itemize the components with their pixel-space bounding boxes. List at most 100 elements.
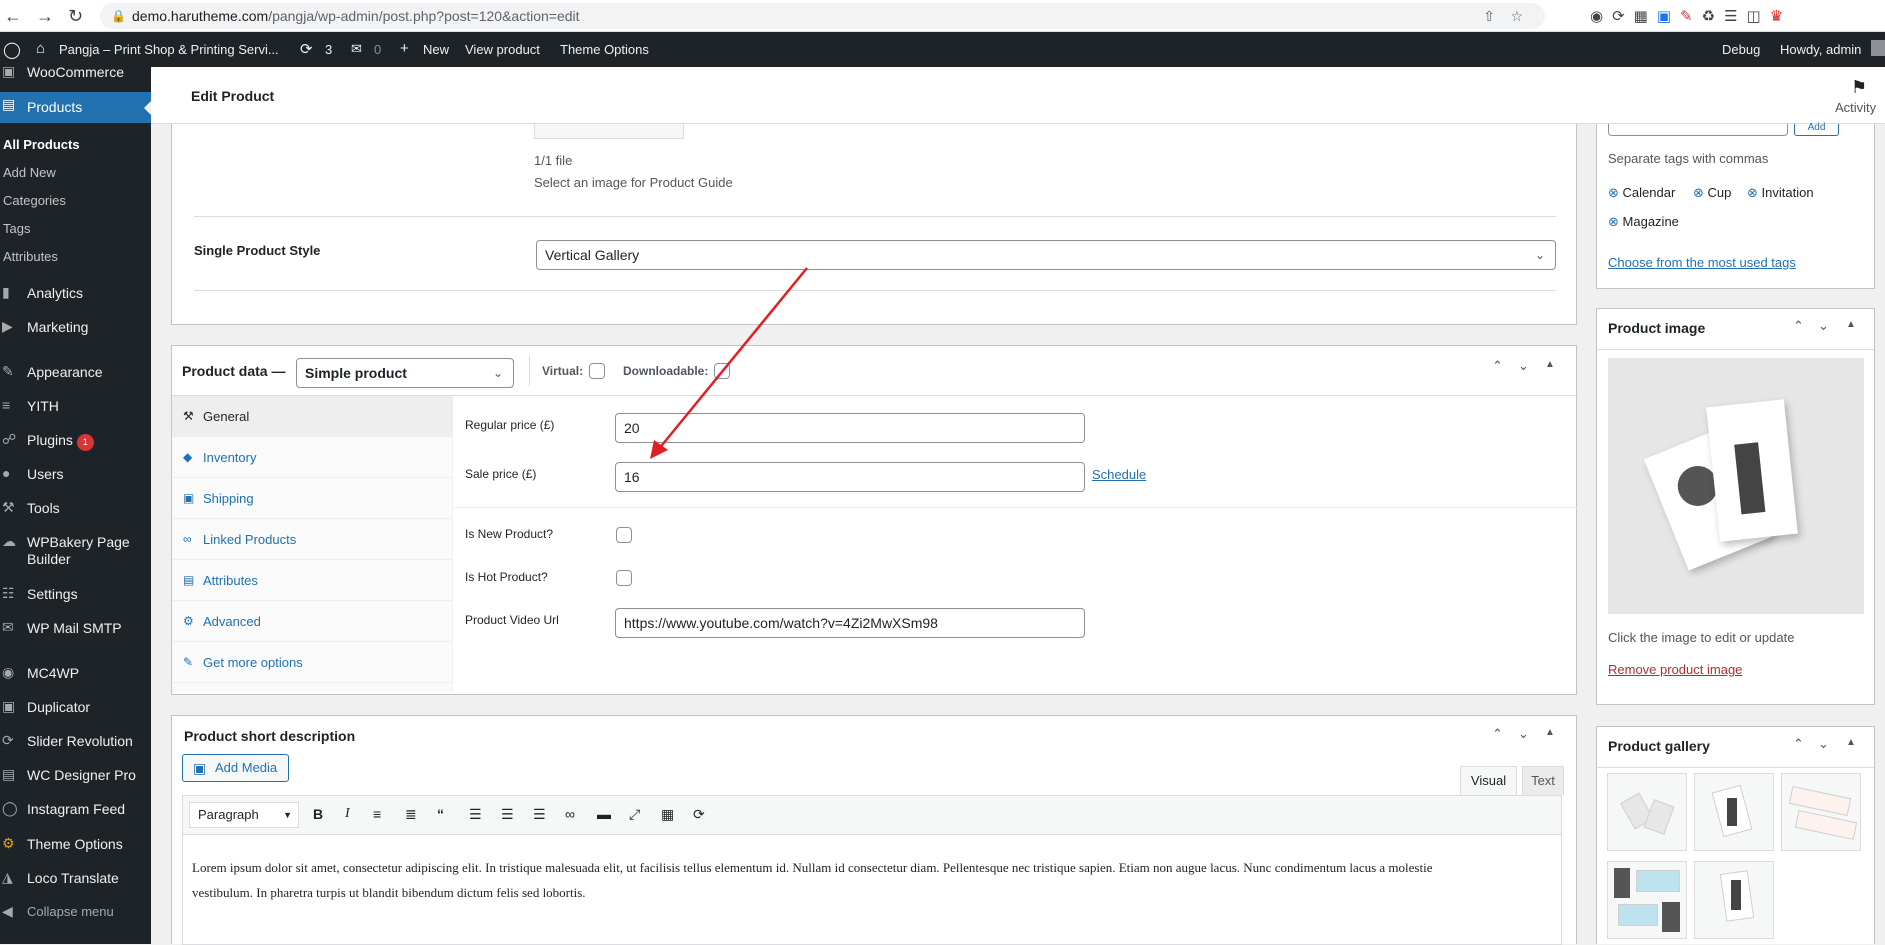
theme-options-link[interactable]: Theme Options: [560, 42, 649, 57]
tab-advanced[interactable]: ⚙ Advanced: [172, 601, 453, 642]
remove-tag-icon[interactable]: ⊗: [1693, 185, 1704, 200]
menu-slider-revolution[interactable]: ⟳ Slider Revolution: [0, 728, 151, 758]
menu-woocommerce[interactable]: ▣ WooCommerce: [0, 59, 151, 89]
menu-plugins[interactable]: ☍ Plugins 1: [0, 427, 151, 457]
new-link[interactable]: New: [423, 42, 449, 57]
menu-products[interactable]: ▤ Products: [0, 92, 152, 123]
brush-ext-icon[interactable]: ✎: [1680, 8, 1702, 25]
guide-image-preview[interactable]: [534, 124, 684, 139]
comments-count[interactable]: 0: [374, 42, 381, 57]
sale-price-input[interactable]: 16: [615, 462, 1085, 492]
editor-content[interactable]: Lorem ipsum dolor sit amet, consectetur …: [182, 835, 1562, 945]
star-icon[interactable]: ☆: [1510, 3, 1523, 29]
remove-tag-icon[interactable]: ⊗: [1747, 185, 1758, 200]
wordpress-logo-icon[interactable]: ◯: [3, 40, 21, 60]
bold-icon[interactable]: B: [313, 806, 323, 822]
menu-appearance[interactable]: ✎ Appearance: [0, 359, 151, 389]
move-down-icon[interactable]: ⌄: [1818, 736, 1829, 752]
submenu-add-new[interactable]: Add New: [3, 165, 56, 180]
menu-theme-options[interactable]: ⚙ Theme Options: [0, 831, 151, 861]
refresh-icon[interactable]: ⟳: [693, 806, 705, 823]
move-down-icon[interactable]: ⌄: [1818, 318, 1829, 334]
add-media-button[interactable]: ▣ Add Media: [182, 754, 289, 782]
collapse-toggle-icon[interactable]: ▲: [1545, 359, 1555, 370]
move-up-icon[interactable]: ⌃: [1492, 726, 1503, 742]
debug-link[interactable]: Debug: [1722, 42, 1760, 57]
menu-yith[interactable]: ≡ YITH: [0, 393, 151, 423]
menu-wpbakery[interactable]: ☁ WPBakery Page Builder: [0, 529, 151, 571]
read-more-icon[interactable]: ▬: [597, 806, 611, 822]
menu-collapse[interactable]: ◀ Collapse menu: [0, 899, 151, 929]
submenu-attributes[interactable]: Attributes: [3, 249, 58, 264]
tab-get-more-options[interactable]: ✎ Get more options: [172, 642, 453, 683]
align-right-icon[interactable]: ☰: [533, 806, 546, 823]
grid-icon[interactable]: ▦: [1634, 8, 1657, 25]
sidepanel-icon[interactable]: ◫: [1747, 8, 1770, 25]
sync-icon[interactable]: ⟳: [1612, 8, 1634, 25]
menu-wc-designer-pro[interactable]: ▤ WC Designer Pro: [0, 762, 151, 792]
italic-icon[interactable]: I: [345, 806, 350, 822]
regular-price-input[interactable]: 20: [615, 413, 1085, 443]
move-up-icon[interactable]: ⌃: [1793, 736, 1804, 752]
back-icon[interactable]: ←: [4, 6, 22, 27]
menu-instagram-feed[interactable]: ◯ Instagram Feed: [0, 796, 151, 826]
tab-text[interactable]: Text: [1522, 766, 1564, 795]
schedule-link[interactable]: Schedule: [1092, 467, 1146, 482]
menu-settings[interactable]: ☷ Settings: [0, 581, 151, 611]
remove-tag-icon[interactable]: ⊗: [1608, 185, 1619, 200]
menu-tools[interactable]: ⚒ Tools: [0, 495, 151, 525]
updates-count[interactable]: 3: [325, 42, 332, 57]
tab-general[interactable]: ⚒ General: [172, 396, 453, 437]
bullet-list-icon[interactable]: ≡: [373, 806, 381, 822]
bookmark-ext-icon[interactable]: ▣: [1657, 8, 1680, 25]
blockquote-icon[interactable]: “: [437, 806, 444, 822]
tab-attributes[interactable]: ▤ Attributes: [172, 560, 453, 601]
product-image-thumbnail[interactable]: [1608, 358, 1864, 614]
tab-shipping[interactable]: ▣ Shipping: [172, 478, 453, 519]
menu-users[interactable]: ● Users: [0, 461, 151, 491]
gallery-thumb[interactable]: [1607, 861, 1687, 939]
wordpress-ext-icon[interactable]: ◉: [1590, 8, 1612, 25]
virtual-checkbox[interactable]: [589, 363, 605, 379]
collapse-toggle-icon[interactable]: ▲: [1846, 737, 1856, 748]
submenu-all-products[interactable]: All Products: [3, 137, 80, 152]
menu-mc4wp[interactable]: ◉ MC4WP: [0, 660, 151, 690]
single-product-style-select[interactable]: Vertical Gallery ⌄: [536, 240, 1556, 270]
submenu-categories[interactable]: Categories: [3, 193, 66, 208]
home-icon[interactable]: ⌂: [36, 40, 45, 57]
reload-icon[interactable]: ↻: [68, 6, 83, 27]
move-down-icon[interactable]: ⌄: [1518, 358, 1529, 374]
menu-loco-translate[interactable]: ◮ Loco Translate: [0, 865, 151, 895]
collapse-toggle-icon[interactable]: ▲: [1846, 319, 1856, 330]
move-up-icon[interactable]: ⌃: [1492, 358, 1503, 374]
gallery-thumb[interactable]: [1694, 861, 1774, 939]
downloadable-checkbox[interactable]: [714, 363, 730, 379]
align-left-icon[interactable]: ☰: [469, 806, 482, 823]
plus-icon[interactable]: +: [400, 40, 409, 57]
tag-input[interactable]: [1608, 124, 1788, 136]
tab-visual[interactable]: Visual: [1460, 766, 1517, 795]
puzzle-icon[interactable]: ♻: [1702, 8, 1724, 25]
submenu-tags[interactable]: Tags: [3, 221, 30, 236]
remove-product-image-link[interactable]: Remove product image: [1608, 662, 1742, 677]
comments-icon[interactable]: ✉: [351, 41, 362, 57]
forward-icon[interactable]: →: [36, 6, 54, 27]
menu-marketing[interactable]: ▶ Marketing: [0, 314, 151, 344]
format-select[interactable]: Paragraph ▼: [189, 802, 299, 828]
remove-tag-icon[interactable]: ⊗: [1608, 214, 1619, 229]
move-up-icon[interactable]: ⌃: [1793, 318, 1804, 334]
is-new-checkbox[interactable]: [616, 527, 632, 543]
howdy-link[interactable]: Howdy, admin: [1780, 42, 1861, 57]
tab-inventory[interactable]: ◆ Inventory: [172, 437, 453, 478]
numbered-list-icon[interactable]: ≣: [405, 806, 417, 823]
choose-most-used-tags-link[interactable]: Choose from the most used tags: [1608, 255, 1796, 270]
flag-icon[interactable]: ⚑: [1851, 77, 1867, 98]
is-hot-checkbox[interactable]: [616, 570, 632, 586]
activity-button[interactable]: Activity: [1835, 100, 1876, 115]
profile-ext-icon[interactable]: ♛: [1770, 8, 1792, 25]
align-center-icon[interactable]: ☰: [501, 806, 514, 823]
gallery-thumb[interactable]: [1607, 773, 1687, 851]
updates-icon[interactable]: ⟳: [300, 40, 313, 58]
keyboard-icon[interactable]: ▦: [661, 806, 674, 823]
fullscreen-icon[interactable]: ⤢: [629, 806, 640, 823]
